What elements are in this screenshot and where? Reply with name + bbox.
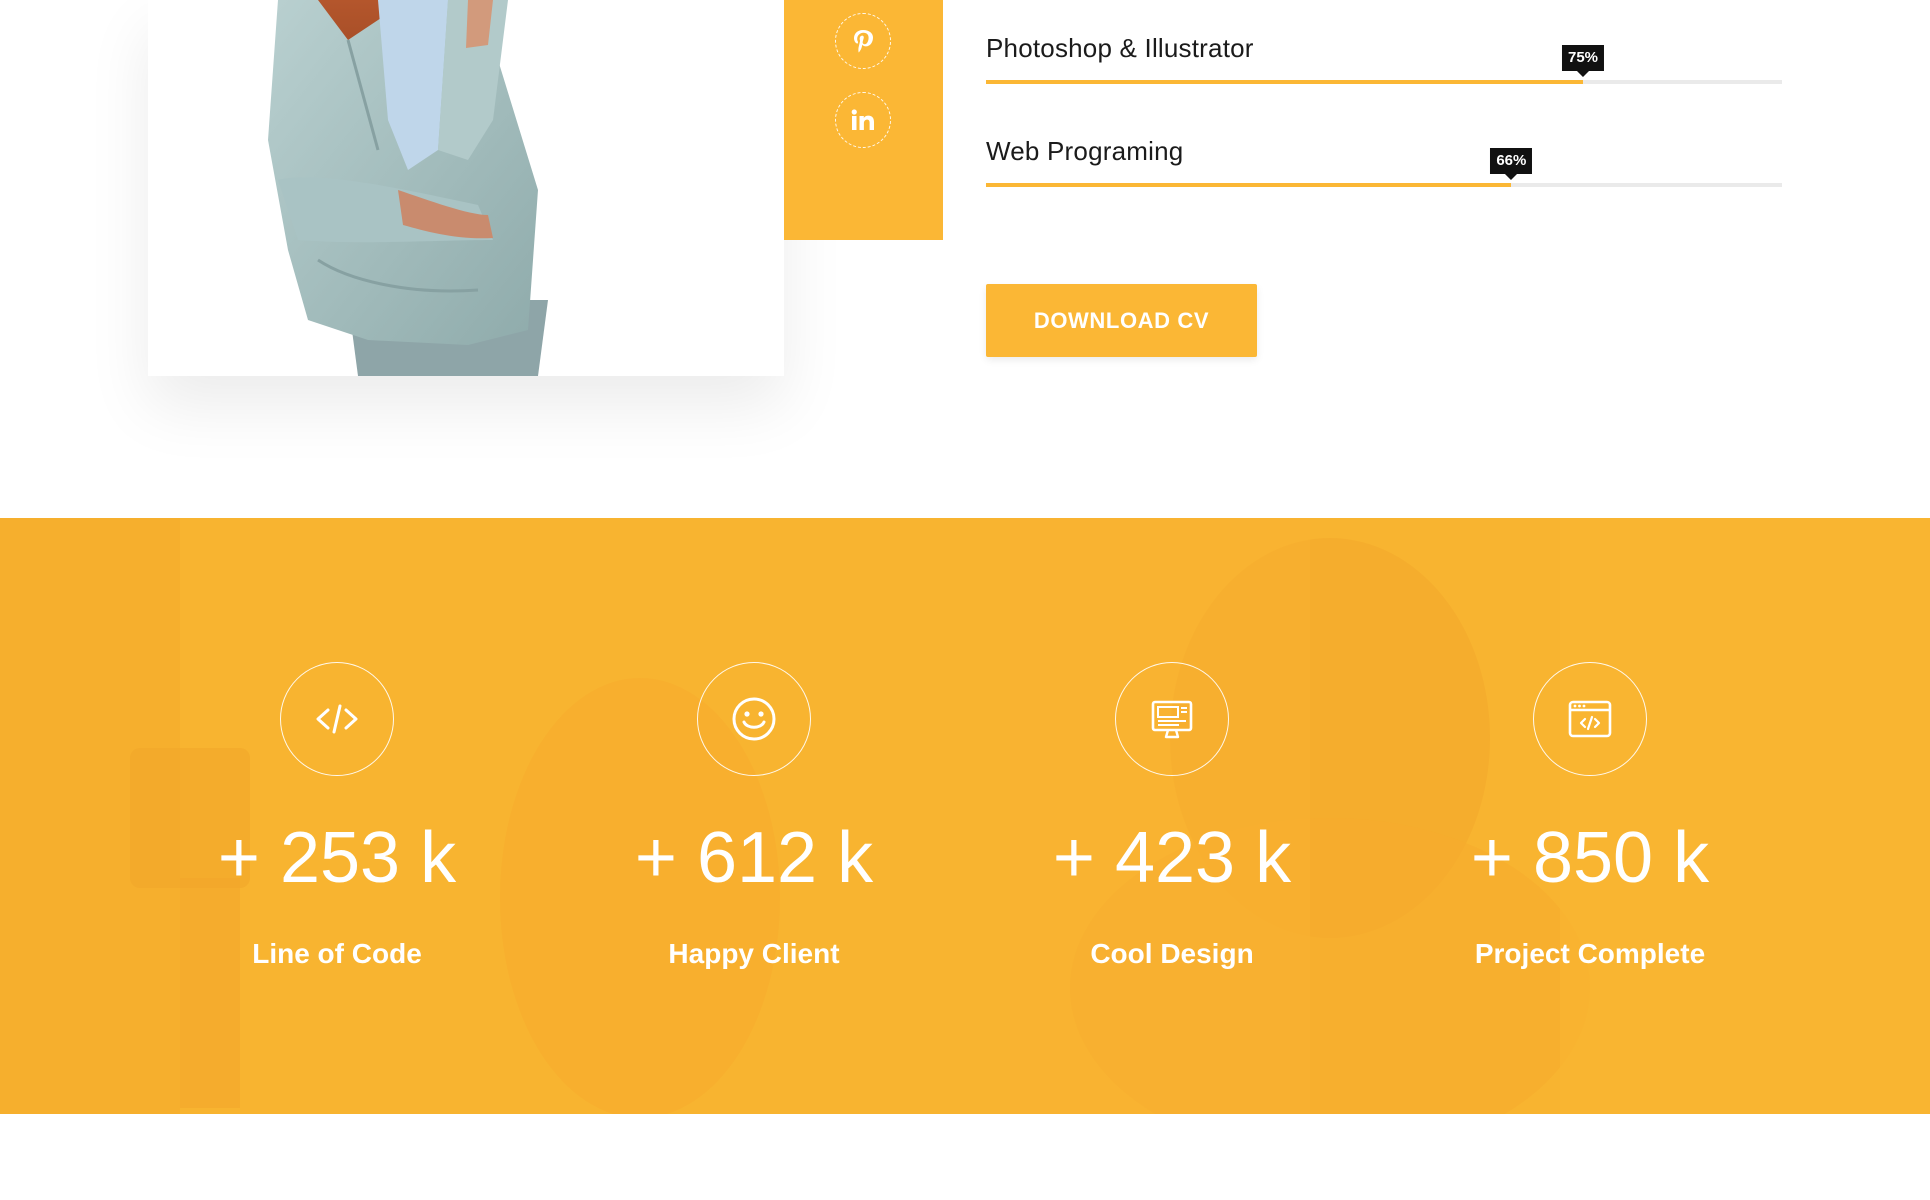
stat-number: + 423 k xyxy=(1052,818,1292,898)
skill-photoshop-illustrator: Photoshop & Illustrator 75% xyxy=(986,33,1782,93)
stat-line-of-code: + 253 k Line of Code xyxy=(137,518,537,1114)
skill-progress-fill xyxy=(986,80,1583,84)
pinterest-link[interactable] xyxy=(835,13,891,69)
stats-band: + 253 k Line of Code + 612 k Happy Clien… xyxy=(0,518,1930,1114)
profile-photo xyxy=(148,0,784,376)
social-links-panel xyxy=(784,0,943,240)
skill-label: Photoshop & Illustrator xyxy=(986,33,1254,63)
linkedin-link[interactable] xyxy=(835,92,891,148)
stat-number: + 253 k xyxy=(217,818,457,898)
skill-progress-track xyxy=(986,80,1782,84)
pinterest-icon xyxy=(852,28,874,54)
stat-cool-design: + 423 k Cool Design xyxy=(972,518,1372,1114)
stat-label: Happy Client xyxy=(668,938,840,969)
skill-percent-tooltip: 66% xyxy=(1490,148,1533,174)
stat-label: Project Complete xyxy=(1474,938,1706,969)
stat-number: + 612 k xyxy=(634,818,874,898)
profile-photo-card xyxy=(148,0,784,376)
stat-label: Cool Design xyxy=(1090,938,1254,969)
browser-code-icon xyxy=(1533,662,1647,776)
stat-happy-client: + 612 k Happy Client xyxy=(554,518,954,1114)
linkedin-icon xyxy=(851,109,875,131)
stat-label: Line of Code xyxy=(252,938,422,969)
download-cv-button[interactable]: DOWNLOAD CV xyxy=(986,284,1257,357)
skill-web-programing: Web Programing 66% xyxy=(986,136,1782,196)
smiley-icon xyxy=(697,662,811,776)
skill-progress-track xyxy=(986,183,1782,187)
skill-percent-tooltip: 75% xyxy=(1561,45,1605,71)
skill-progress-fill xyxy=(986,183,1512,187)
page: Photoshop & Illustrator 75% Web Programi… xyxy=(0,0,1930,1200)
stat-project-complete: + 850 k Project Complete xyxy=(1390,518,1790,1114)
code-icon xyxy=(280,662,394,776)
stat-number: + 850 k xyxy=(1470,818,1710,898)
skill-label: Web Programing xyxy=(986,136,1184,166)
computer-design-icon xyxy=(1115,662,1229,776)
